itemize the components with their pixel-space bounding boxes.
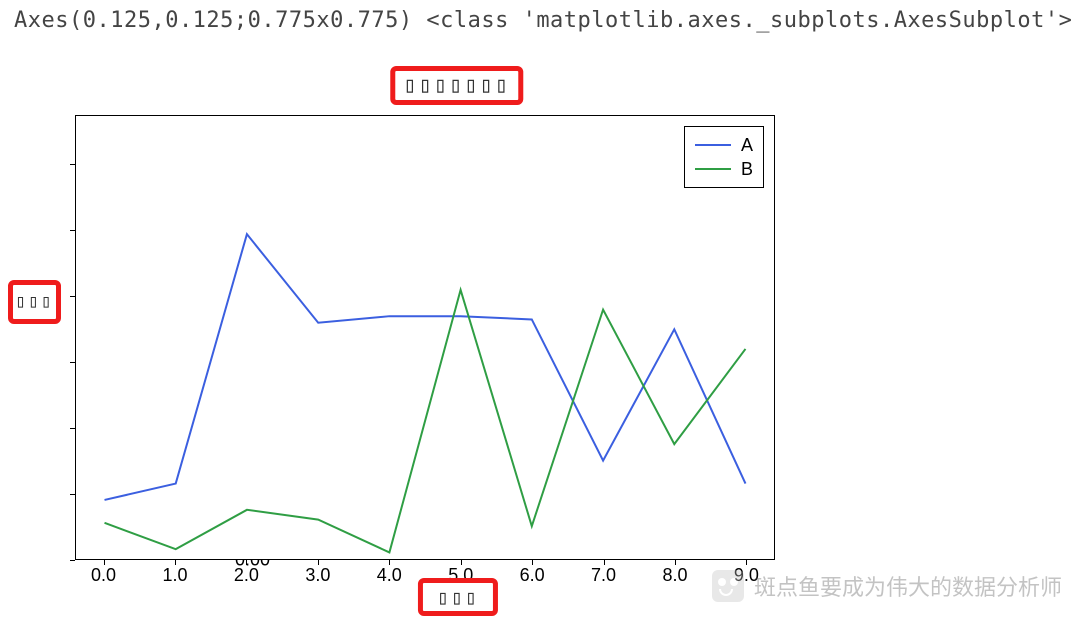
chart-container: ▯▯▯▯▯▯▯ ▯▯▯ 0.000.200.400.600.801.001.20… bbox=[0, 60, 900, 620]
plot-area: AB bbox=[75, 115, 775, 560]
x-tick-label: 6.0 bbox=[520, 565, 545, 586]
legend-label: B bbox=[741, 159, 753, 180]
watermark-text: 斑点鱼要成为伟大的数据分析师 bbox=[754, 570, 1062, 602]
x-tick-label: 2.0 bbox=[234, 565, 259, 586]
line-plot-svg bbox=[76, 116, 774, 559]
series-line-A bbox=[105, 234, 746, 500]
legend: AB bbox=[684, 126, 764, 188]
x-tick-label: 1.0 bbox=[162, 565, 187, 586]
legend-label: A bbox=[741, 135, 753, 156]
watermark: 斑点鱼要成为伟大的数据分析师 bbox=[712, 570, 1062, 602]
x-tick-label: 4.0 bbox=[377, 565, 402, 586]
x-axis-label: ▯▯▯ bbox=[418, 578, 498, 616]
legend-swatch bbox=[695, 168, 731, 170]
legend-item: B bbox=[695, 157, 753, 181]
x-tick-label: 7.0 bbox=[591, 565, 616, 586]
chart-title: ▯▯▯▯▯▯▯ bbox=[390, 66, 523, 105]
legend-swatch bbox=[695, 144, 731, 146]
y-axis-label: ▯▯▯ bbox=[8, 280, 61, 324]
wechat-icon bbox=[712, 570, 744, 602]
axes-repr-text: Axes(0.125,0.125;0.775x0.775) <class 'ma… bbox=[14, 8, 1072, 33]
x-tick-label: 3.0 bbox=[305, 565, 330, 586]
x-tick-label: 0.0 bbox=[91, 565, 116, 586]
legend-item: A bbox=[695, 133, 753, 157]
x-tick-label: 8.0 bbox=[662, 565, 687, 586]
series-line-B bbox=[105, 290, 746, 553]
